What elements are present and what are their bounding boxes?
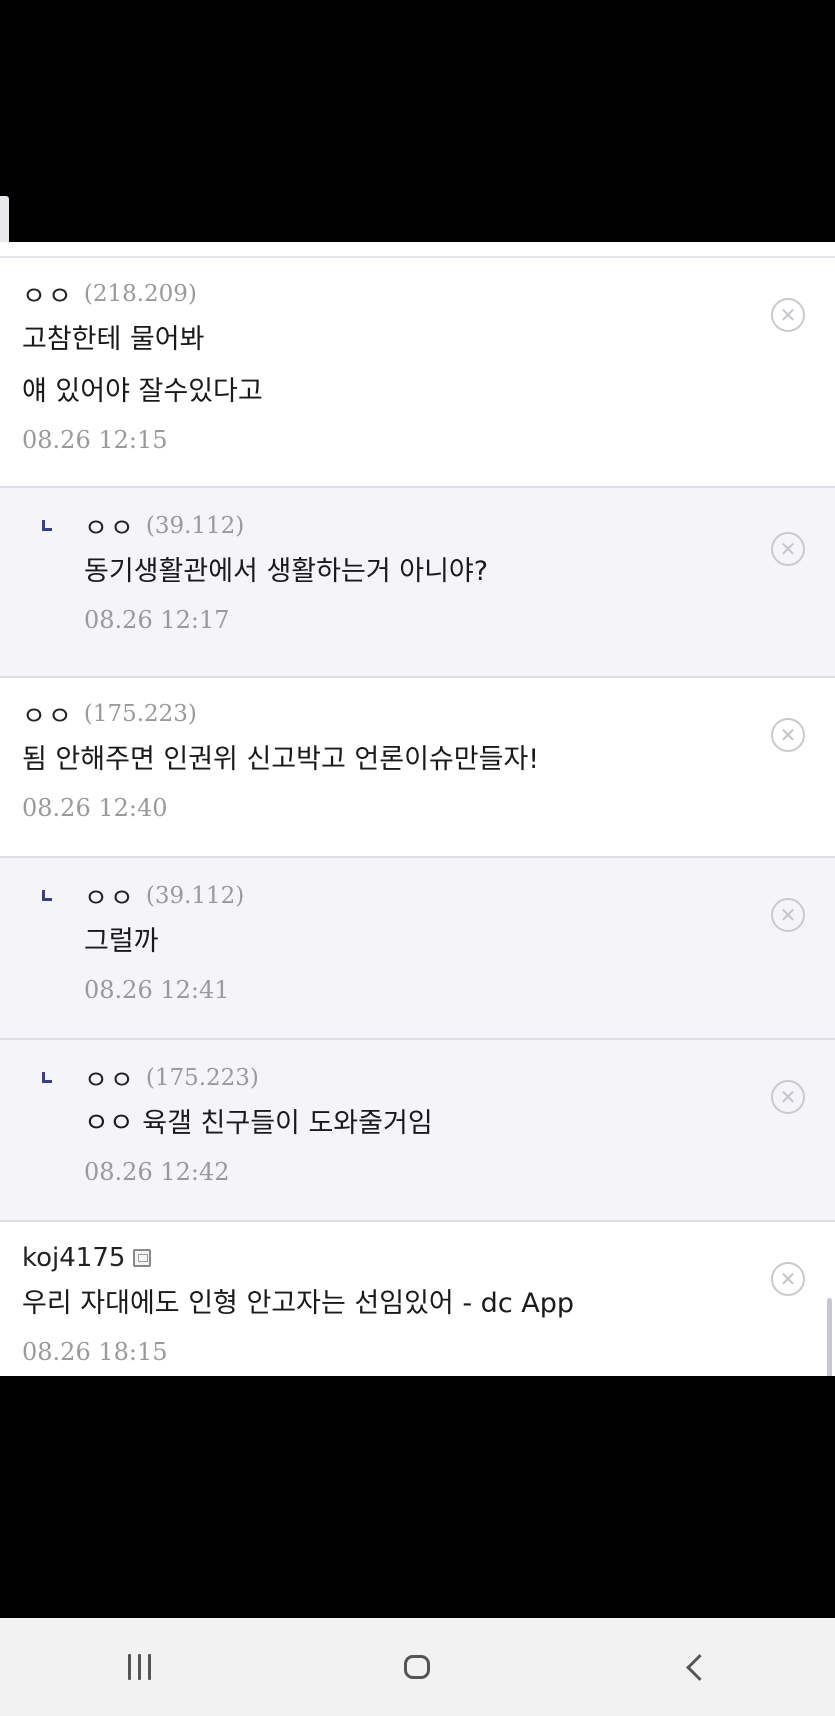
comment-ip: (175.223) xyxy=(83,701,197,727)
reply-item: ㅇㅇ (39.112) 그럴까 08.26 12:41 ✕ xyxy=(0,858,835,1040)
close-icon: ✕ xyxy=(779,1085,797,1109)
reply-author[interactable]: ㅇㅇ xyxy=(84,508,136,545)
top-black-area xyxy=(0,0,835,242)
reply-item: ㅇㅇ (175.223) ㅇㅇ 육갤 친구들이 도와줄거임 08.26 12:4… xyxy=(0,1040,835,1222)
comment-text: 됨 안해주면 인권위 신고박고 언론이슈만들자! xyxy=(22,744,540,775)
comment-author-line: ㅇㅇ (175.223) xyxy=(22,696,811,732)
comment-item: koj4175 우리 자대에도 인형 안고자는 선임있어 - dc App 08… xyxy=(0,1222,835,1376)
comment-author-line: koj4175 xyxy=(22,1240,811,1276)
list-top-divider xyxy=(0,242,835,258)
comment-date: 08.26 12:40 xyxy=(22,794,168,822)
close-icon: ✕ xyxy=(779,723,797,747)
android-navigation-bar xyxy=(0,1618,835,1716)
home-button[interactable] xyxy=(377,1637,457,1697)
delete-reply-button[interactable]: ✕ xyxy=(771,898,805,932)
close-icon: ✕ xyxy=(779,537,797,561)
recent-apps-button[interactable] xyxy=(99,1637,179,1697)
reply-arrow-icon xyxy=(42,520,52,531)
delete-comment-button[interactable]: ✕ xyxy=(771,298,805,332)
delete-comment-button[interactable]: ✕ xyxy=(771,718,805,752)
reply-author[interactable]: ㅇㅇ xyxy=(84,878,136,915)
comment-item: ㅇㅇ (175.223) 됨 안해주면 인권위 신고박고 언론이슈만들자! 08… xyxy=(0,678,835,858)
reply-ip: (175.223) xyxy=(145,1065,259,1091)
reply-text: ㅇㅇ 육갤 친구들이 도와줄거임 xyxy=(84,1108,433,1139)
comment-author-line: ㅇㅇ (218.209) xyxy=(22,276,811,312)
reply-arrow-icon xyxy=(42,1072,52,1083)
reply-author-line: ㅇㅇ (39.112) xyxy=(84,878,811,914)
scrollbar[interactable] xyxy=(827,1298,832,1376)
reply-ip: (39.112) xyxy=(145,513,245,539)
back-button[interactable] xyxy=(656,1637,736,1697)
bottom-black-area xyxy=(0,1376,835,1618)
comment-date: 08.26 12:15 xyxy=(22,426,168,454)
comment-item: ㅇㅇ (218.209) 고참한테 물어봐 얘 있어야 잘수있다고 08.26 … xyxy=(0,258,835,488)
comment-list: ㅇㅇ (218.209) 고참한테 물어봐 얘 있어야 잘수있다고 08.26 … xyxy=(0,242,835,1376)
comment-ip: (218.209) xyxy=(83,281,197,307)
comment-author[interactable]: koj4175 xyxy=(22,1243,125,1273)
delete-comment-button[interactable]: ✕ xyxy=(771,1262,805,1296)
close-icon: ✕ xyxy=(779,303,797,327)
back-icon xyxy=(686,1653,714,1681)
reply-author-line: ㅇㅇ (175.223) xyxy=(84,1060,811,1096)
reply-date: 08.26 12:41 xyxy=(84,976,230,1004)
reply-date: 08.26 12:42 xyxy=(84,1158,230,1186)
reply-item: ㅇㅇ (39.112) 동기생활관에서 생활하는거 아니야? 08.26 12:… xyxy=(0,488,835,678)
gallog-icon[interactable] xyxy=(133,1249,152,1267)
recent-apps-icon xyxy=(127,1654,151,1680)
reply-author[interactable]: ㅇㅇ xyxy=(84,1060,136,1097)
comment-date: 08.26 18:15 xyxy=(22,1338,168,1366)
reply-arrow-icon xyxy=(42,890,52,901)
comment-text: 우리 자대에도 인형 안고자는 선임있어 - dc App xyxy=(22,1288,574,1319)
reply-ip: (39.112) xyxy=(145,883,245,909)
comment-author[interactable]: ㅇㅇ xyxy=(22,276,74,313)
close-icon: ✕ xyxy=(779,903,797,927)
delete-reply-button[interactable]: ✕ xyxy=(771,1080,805,1114)
reply-author-line: ㅇㅇ (39.112) xyxy=(84,508,811,544)
comment-author[interactable]: ㅇㅇ xyxy=(22,696,74,733)
delete-reply-button[interactable]: ✕ xyxy=(771,532,805,566)
reply-text: 동기생활관에서 생활하는거 아니야? xyxy=(84,556,489,587)
comment-text: 고참한테 물어봐 얘 있어야 잘수있다고 xyxy=(22,324,263,407)
reply-text: 그럴까 xyxy=(84,926,159,957)
home-icon xyxy=(404,1655,431,1679)
reply-date: 08.26 12:17 xyxy=(84,606,230,634)
close-icon: ✕ xyxy=(779,1267,797,1291)
